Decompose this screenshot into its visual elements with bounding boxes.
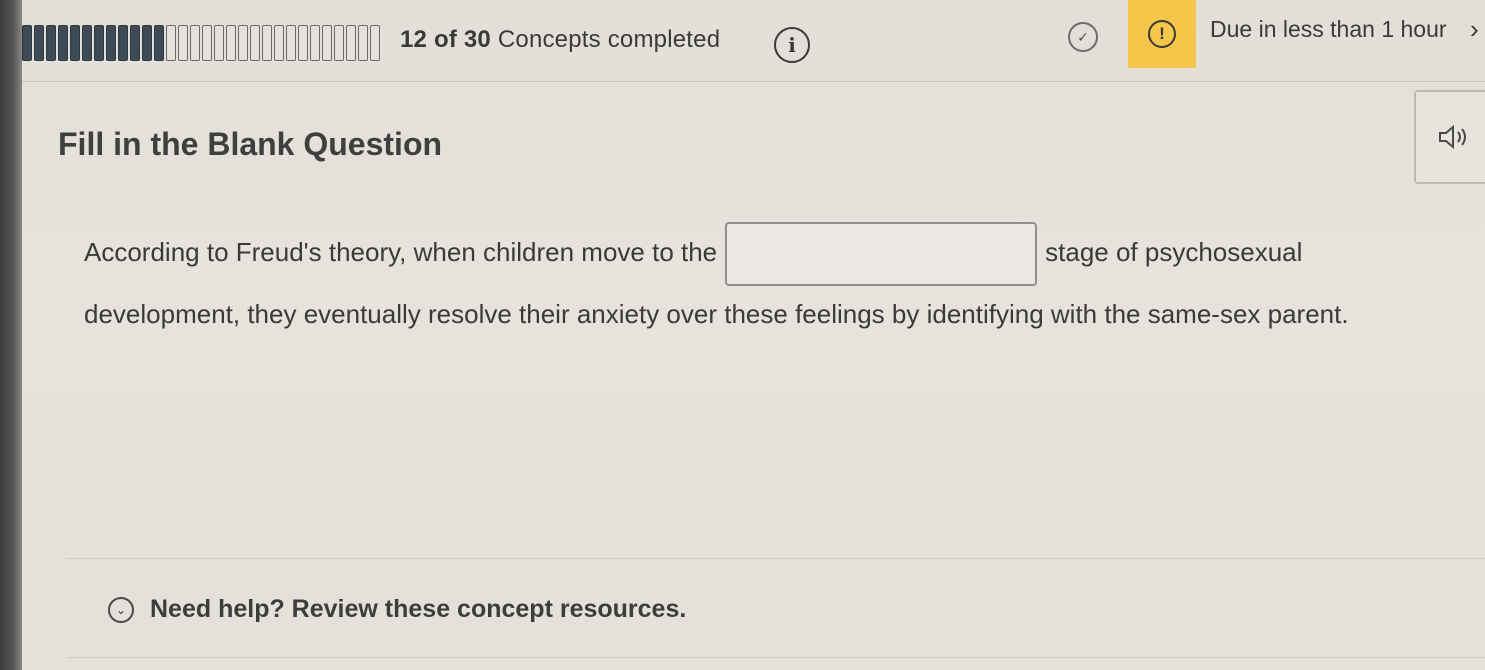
progress-segment — [46, 25, 56, 61]
question-title: Fill in the Blank Question — [58, 126, 443, 162]
progress-segment — [142, 25, 152, 61]
help-label: Need help? Review these concept resource… — [150, 595, 687, 623]
due-alert-box: ! — [1128, 0, 1196, 68]
progress-segment — [250, 25, 260, 61]
progress-segment — [214, 25, 224, 61]
progress-segment — [190, 25, 200, 61]
progress-segment — [130, 25, 140, 61]
chevron-down-icon: ⌄ — [108, 596, 134, 623]
progress-segment — [262, 25, 272, 61]
progress-segment — [166, 25, 176, 61]
progress-caption: Concepts completed — [497, 26, 721, 53]
progress-segment — [70, 25, 80, 61]
progress-segment — [82, 25, 92, 61]
read-aloud-button[interactable] — [1414, 90, 1485, 184]
progress-segment — [226, 25, 236, 61]
speaker-icon — [1439, 124, 1466, 150]
progress-segment — [238, 25, 248, 61]
progress-segment — [118, 25, 128, 61]
page: 12 of 30 Concepts completed i ✓ ! Due in… — [0, 0, 1485, 670]
question-text-before: According to Freud's theory, when childr… — [84, 236, 718, 267]
progress-segment — [22, 25, 32, 61]
blank-answer-input[interactable] — [725, 222, 1038, 286]
help-toggle[interactable]: ⌄ Need help? Review these concept resour… — [108, 595, 686, 624]
due-status-text[interactable]: Due in less than 1 hour — [1210, 16, 1447, 43]
progress-segment — [334, 25, 344, 61]
alert-icon: ! — [1148, 20, 1176, 48]
progress-segment — [34, 25, 44, 61]
help-section: ⌄ Need help? Review these concept resour… — [66, 558, 1485, 658]
check-circle-icon: ✓ — [1068, 22, 1098, 52]
progress-segment — [106, 25, 116, 61]
progress-segment — [286, 25, 296, 61]
progress-count: 12 of 30 — [400, 26, 491, 53]
progress-segment — [322, 25, 332, 61]
progress-segment — [274, 25, 284, 61]
progress-segment — [298, 25, 308, 61]
progress-segment — [202, 25, 212, 61]
question-body: According to Freud's theory, when childr… — [84, 222, 1444, 342]
progress-segment — [58, 25, 68, 61]
progress-segment — [94, 25, 104, 61]
progress-segment — [154, 25, 164, 61]
progress-segment — [178, 25, 188, 61]
progress-segment — [310, 25, 320, 61]
progress-segment — [358, 25, 368, 61]
chevron-right-icon[interactable]: › — [1470, 14, 1479, 45]
progress-bar — [22, 22, 382, 64]
left-bezel — [0, 0, 22, 670]
progress-segment — [346, 25, 356, 61]
progress-segment — [370, 25, 380, 61]
progress-label: 12 of 30 Concepts completed — [400, 26, 720, 54]
info-icon[interactable]: i — [774, 27, 810, 63]
